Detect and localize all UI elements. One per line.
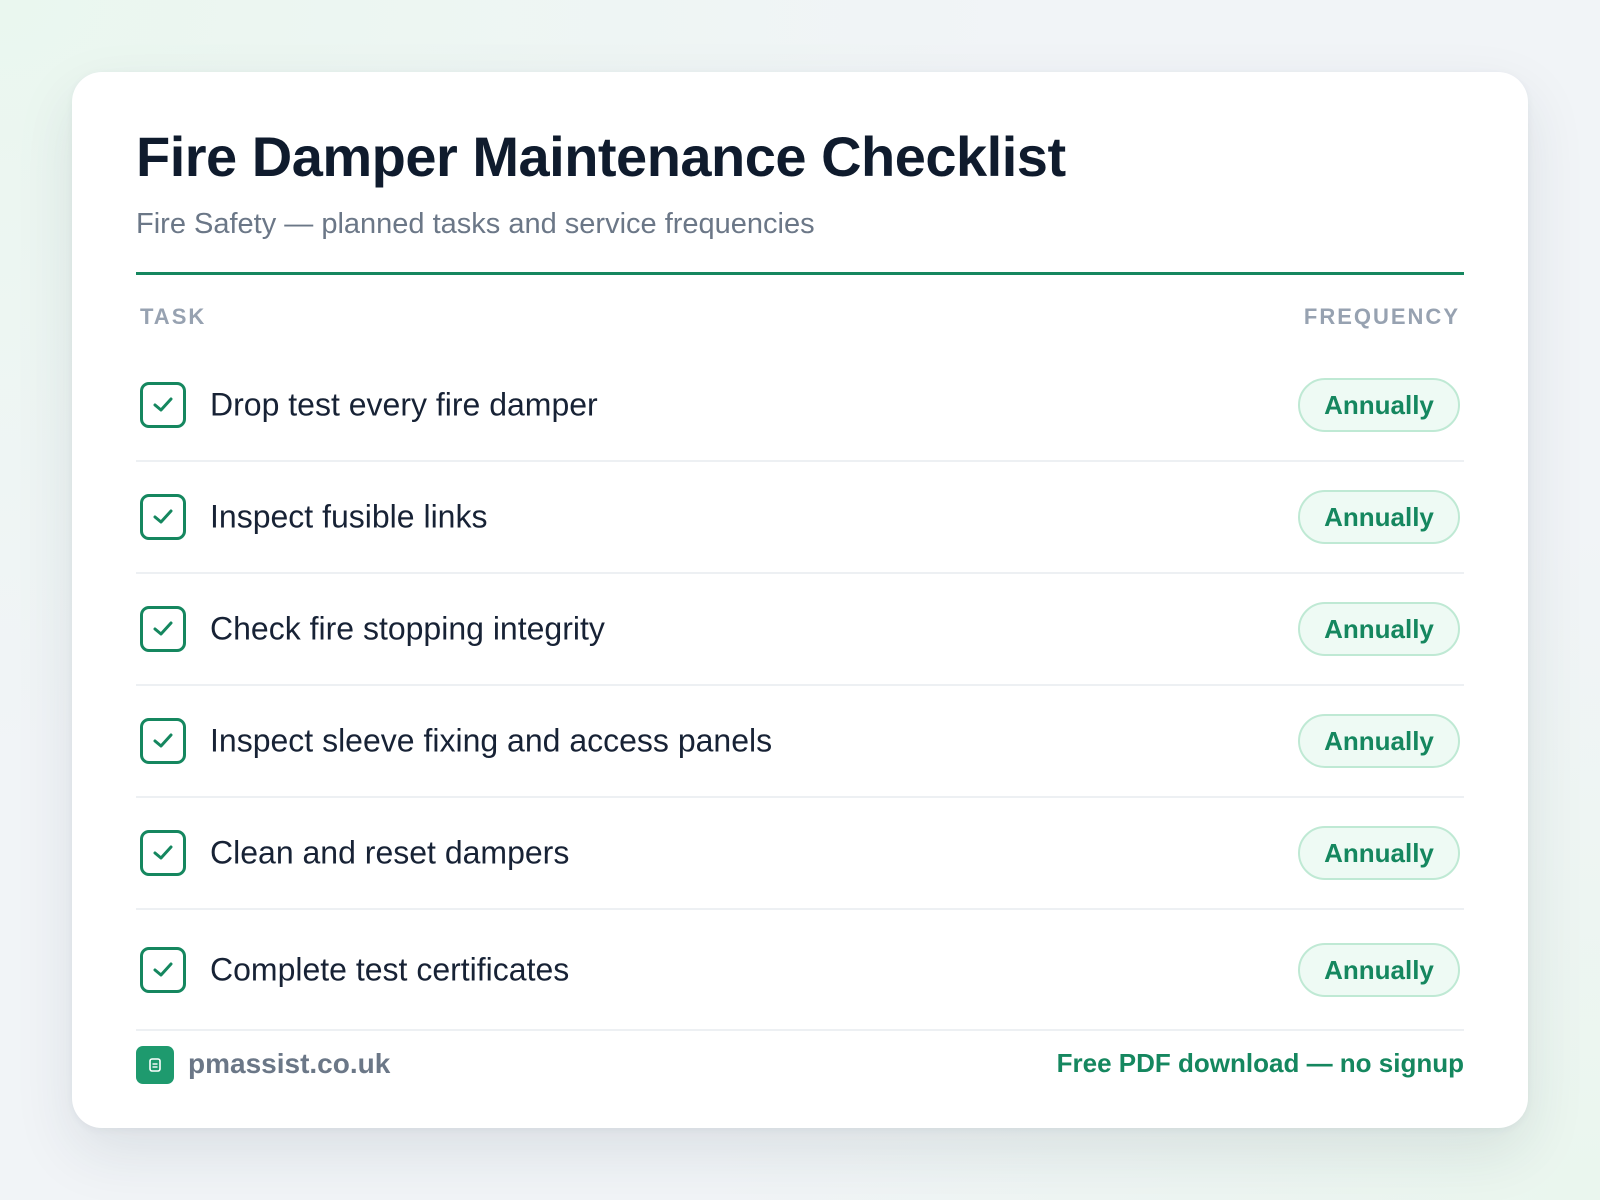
task-row: Check fire stopping integrity Annually: [136, 574, 1464, 686]
checklist-card: Fire Damper Maintenance Checklist Fire S…: [72, 72, 1528, 1128]
task-row: Drop test every fire damper Annually: [136, 350, 1464, 462]
column-header-task: TASK: [140, 304, 207, 329]
checkmark-icon: [153, 397, 173, 412]
document-icon: [149, 1058, 161, 1072]
frequency-badge: Annually: [1298, 490, 1460, 544]
frequency-badge: Annually: [1298, 942, 1460, 997]
frequency-badge: Annually: [1298, 378, 1460, 432]
task-checkbox[interactable]: [140, 830, 186, 876]
task-row: Inspect fusible links Annually: [136, 462, 1464, 574]
task-list: Drop test every fire damper Annually Ins…: [136, 350, 1464, 1031]
task-label: Inspect sleeve fixing and access panels: [210, 722, 773, 759]
site-logo: [136, 1046, 174, 1084]
task-checkbox[interactable]: [140, 382, 186, 428]
page-title: Fire Damper Maintenance Checklist: [136, 125, 1066, 188]
column-header-frequency: FREQUENCY: [1303, 304, 1460, 329]
pdf-download-link[interactable]: Free PDF download — no signup: [1057, 1048, 1464, 1079]
task-label: Clean and reset dampers: [210, 834, 570, 871]
checkmark-icon: [153, 509, 173, 524]
site-link[interactable]: pmassist.co.uk: [188, 1048, 390, 1080]
checkmark-icon: [153, 845, 173, 860]
task-label: Check fire stopping integrity: [210, 610, 605, 647]
task-row: Inspect sleeve fixing and access panels …: [136, 686, 1464, 798]
checkmark-icon: [153, 733, 173, 748]
task-checkbox[interactable]: [140, 606, 186, 652]
task-label: Complete test certificates: [210, 951, 570, 987]
task-row: Clean and reset dampers Annually: [136, 798, 1464, 910]
frequency-badge: Annually: [1298, 714, 1460, 768]
task-checkbox[interactable]: [140, 494, 186, 540]
checkmark-icon: [153, 962, 173, 976]
task-checkbox[interactable]: [140, 718, 186, 764]
header-divider: [136, 272, 1464, 275]
task-checkbox[interactable]: [140, 946, 186, 993]
page-subtitle: Fire Safety — planned tasks and service …: [136, 208, 815, 240]
frequency-badge: Annually: [1298, 602, 1460, 656]
task-label: Drop test every fire damper: [210, 386, 598, 423]
task-row: Complete test certificates Annually: [136, 910, 1464, 1031]
task-label: Inspect fusible links: [210, 498, 488, 535]
frequency-badge: Annually: [1298, 826, 1460, 880]
checkmark-icon: [153, 621, 173, 636]
